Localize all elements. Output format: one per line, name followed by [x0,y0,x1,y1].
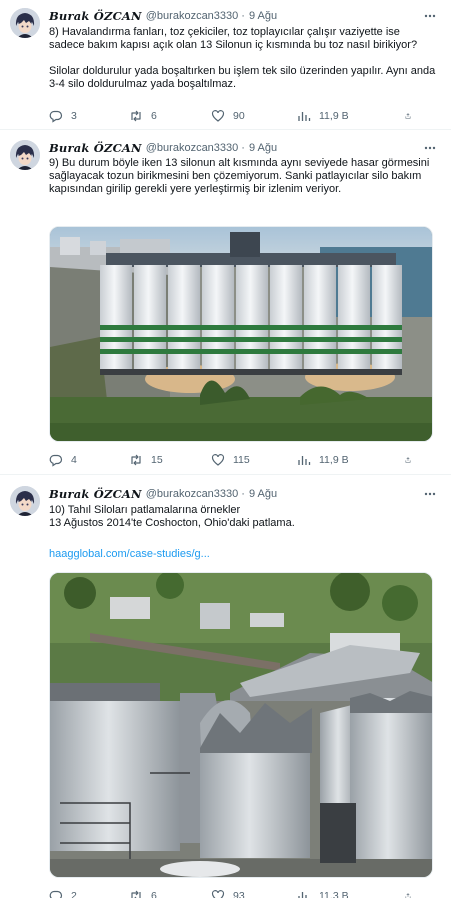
tweet-text: 9) Bu durum böyle iken 13 silonun alt kı… [49,157,430,195]
views-icon [298,112,311,121]
views-button[interactable]: 11,9 B [297,109,405,123]
author-name[interactable]: Burak ÖZCAN [49,487,142,501]
author-handle[interactable]: @burakozcan3330 [146,10,239,22]
reply-button[interactable]: 3 [49,109,129,123]
tweet-3[interactable]: Burak ÖZCAN @burakozcan3330 · 9 Ağu 10) … [0,475,451,898]
tweet-1[interactable]: Burak ÖZCAN @burakozcan3330 · 9 Ağu 8) H… [0,0,451,130]
share-icon [405,113,411,119]
tweet-photo-explosion[interactable] [49,572,433,878]
retweet-icon [131,890,141,898]
tweet-header: Burak ÖZCAN @burakozcan3330 · 9 Ağu [49,140,425,156]
separator: · [241,488,245,500]
like-icon [211,890,225,898]
like-button[interactable]: 115 [211,453,297,467]
like-icon [211,110,225,122]
views-count: 11,9 B [319,110,349,122]
tweet-2[interactable]: Burak ÖZCAN @burakozcan3330 · 9 Ağu 9) B… [0,130,451,475]
views-button[interactable]: 11,3 B [297,889,405,898]
avatar[interactable] [10,486,40,516]
like-count: 115 [233,454,250,466]
retweet-count: 6 [151,110,157,122]
avatar[interactable] [10,8,40,38]
tweet-photo-silos[interactable] [49,226,433,442]
retweet-icon [131,110,141,122]
tweet-header: Burak ÖZCAN @burakozcan3330 · 9 Ağu [49,8,425,24]
author-name[interactable]: Burak ÖZCAN [49,9,142,23]
retweet-button[interactable]: 6 [129,109,211,123]
reply-icon [49,110,63,123]
retweet-icon [131,454,141,466]
tweet-link-container: haagglobal.com/case-studies/g... [49,548,437,561]
more-icon[interactable] [423,141,437,155]
tweet-text: 10) Tahıl Siloları patlamalarına örnekle… [49,504,295,529]
tweet-date[interactable]: 9 Ağu [249,488,277,500]
tweet-actions: 3 6 90 11,9 B [49,108,434,124]
avatar[interactable] [10,140,40,170]
share-icon [405,457,411,463]
tweet-text: 8) Havalandırma fanları, toz çekiciler, … [49,26,436,90]
reply-icon [49,454,63,467]
views-icon [298,892,311,898]
separator: · [241,10,245,22]
views-icon [298,456,311,465]
author-handle[interactable]: @burakozcan3330 [146,488,239,500]
like-button[interactable]: 90 [211,109,297,123]
tweet-date[interactable]: 9 Ağu [249,142,277,154]
separator: · [241,142,245,154]
author-name[interactable]: Burak ÖZCAN [49,141,142,155]
reply-count: 4 [71,454,77,466]
reply-button[interactable]: 4 [49,453,129,467]
reply-count: 3 [71,110,77,122]
retweet-count: 6 [151,890,157,898]
more-icon[interactable] [423,487,437,501]
retweet-count: 15 [151,454,163,466]
views-button[interactable]: 11,9 B [297,453,405,467]
like-count: 93 [233,890,245,898]
external-link[interactable]: haagglobal.com/case-studies/g... [49,548,210,560]
like-count: 90 [233,110,245,122]
author-handle[interactable]: @burakozcan3330 [146,142,239,154]
share-button[interactable] [405,109,419,123]
views-count: 11,9 B [319,454,349,466]
reply-icon [49,890,63,898]
tweet-header: Burak ÖZCAN @burakozcan3330 · 9 Ağu [49,486,425,502]
share-icon [405,893,411,898]
retweet-button[interactable]: 15 [129,453,211,467]
reply-count: 2 [71,890,77,898]
retweet-button[interactable]: 6 [129,889,211,898]
share-button[interactable] [405,453,419,467]
tweet-actions: 2 6 93 11,3 B [49,888,434,898]
views-count: 11,3 B [319,890,349,898]
like-icon [211,454,225,466]
more-icon[interactable] [423,9,437,23]
reply-button[interactable]: 2 [49,889,129,898]
tweet-actions: 4 15 115 11,9 B [49,452,434,468]
like-button[interactable]: 93 [211,889,297,898]
tweet-date[interactable]: 9 Ağu [249,10,277,22]
share-button[interactable] [405,889,419,898]
